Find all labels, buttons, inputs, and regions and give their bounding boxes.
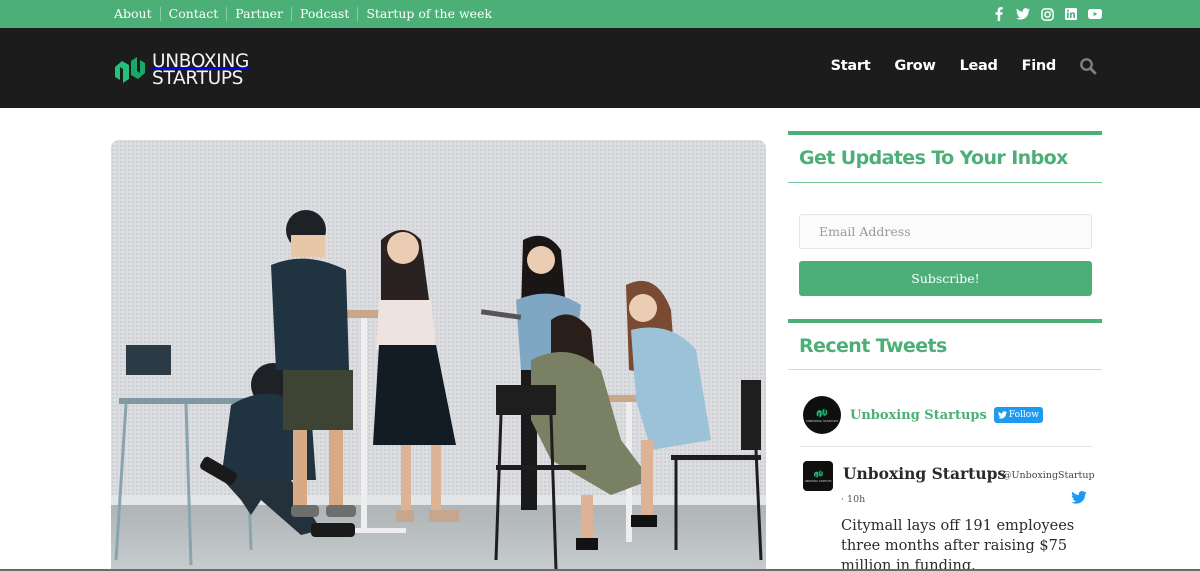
- linkedin-icon[interactable]: [1064, 6, 1078, 22]
- follow-button[interactable]: Follow: [993, 407, 1043, 423]
- logo-mark-icon: [115, 57, 145, 83]
- newsletter-divider: [788, 182, 1102, 183]
- top-nav-podcast[interactable]: Podcast: [291, 7, 357, 21]
- twitter-bird-icon[interactable]: [1071, 489, 1087, 508]
- subscribe-button[interactable]: Subscribe!: [799, 261, 1092, 296]
- tweet-author[interactable]: Unboxing Startups: [843, 464, 1006, 483]
- tweets-divider: [788, 369, 1102, 370]
- main-nav-find[interactable]: Find: [1022, 58, 1057, 74]
- facebook-icon[interactable]: [992, 6, 1006, 22]
- tweets-widget-header: Recent Tweets: [788, 319, 1102, 357]
- tweet-avatar[interactable]: UNBOXING STARTUPS: [803, 461, 833, 491]
- main-nav-grow[interactable]: Grow: [894, 58, 936, 74]
- tweets-title: Recent Tweets: [799, 335, 947, 357]
- youtube-icon[interactable]: [1088, 6, 1102, 22]
- follow-label: Follow: [1008, 410, 1039, 420]
- twitter-account-header: UNBOXING STARTUPS Unboxing Startups Foll…: [803, 396, 1043, 434]
- search-icon[interactable]: [1078, 56, 1098, 76]
- twitter-bird-icon: [997, 411, 1007, 419]
- tweets-list-divider: [800, 446, 1092, 447]
- newsletter-title: Get Updates To Your Inbox: [799, 147, 1068, 169]
- email-field[interactable]: [799, 214, 1092, 249]
- top-bar: About Contact Partner Podcast Startup of…: [0, 0, 1200, 28]
- tweet-time[interactable]: · 10h: [841, 494, 865, 505]
- logo-mark-icon: [813, 470, 823, 478]
- top-nav-contact[interactable]: Contact: [159, 7, 227, 21]
- avatar-text: UNBOXING STARTUPS: [805, 419, 839, 423]
- main-nav-lead[interactable]: Lead: [960, 58, 998, 74]
- main-nav-start[interactable]: Start: [831, 58, 871, 74]
- logo-mark-icon: [816, 408, 828, 418]
- account-avatar[interactable]: UNBOXING STARTUPS: [803, 396, 841, 434]
- tweet-handle[interactable]: @UnboxingStartup: [1002, 470, 1095, 481]
- top-nav-startup-of-the-week[interactable]: Startup of the week: [357, 7, 500, 21]
- site-logo[interactable]: UNBOXING STARTUPS: [112, 52, 249, 89]
- tweet-text: Citymall lays off 191 employees three mo…: [841, 518, 1075, 571]
- top-nav: About Contact Partner Podcast Startup of…: [106, 0, 500, 28]
- logo-line-2: STARTUPS: [152, 68, 244, 89]
- top-nav-about[interactable]: About: [106, 7, 160, 21]
- top-nav-partner[interactable]: Partner: [226, 7, 291, 21]
- logo-text: UNBOXING STARTUPS: [152, 52, 249, 89]
- site-header: UNBOXING STARTUPS Start Grow Lead Find: [0, 28, 1200, 108]
- social-links: [992, 6, 1102, 22]
- account-name[interactable]: Unboxing Startups: [850, 408, 987, 423]
- featured-image-illustration: [111, 140, 766, 571]
- twitter-icon[interactable]: [1016, 6, 1030, 22]
- newsletter-widget-header: Get Updates To Your Inbox: [788, 131, 1102, 169]
- avatar-text: UNBOXING STARTUPS: [804, 480, 832, 483]
- main-nav: Start Grow Lead Find: [831, 56, 1098, 76]
- featured-image[interactable]: [111, 140, 766, 571]
- instagram-icon[interactable]: [1040, 6, 1054, 22]
